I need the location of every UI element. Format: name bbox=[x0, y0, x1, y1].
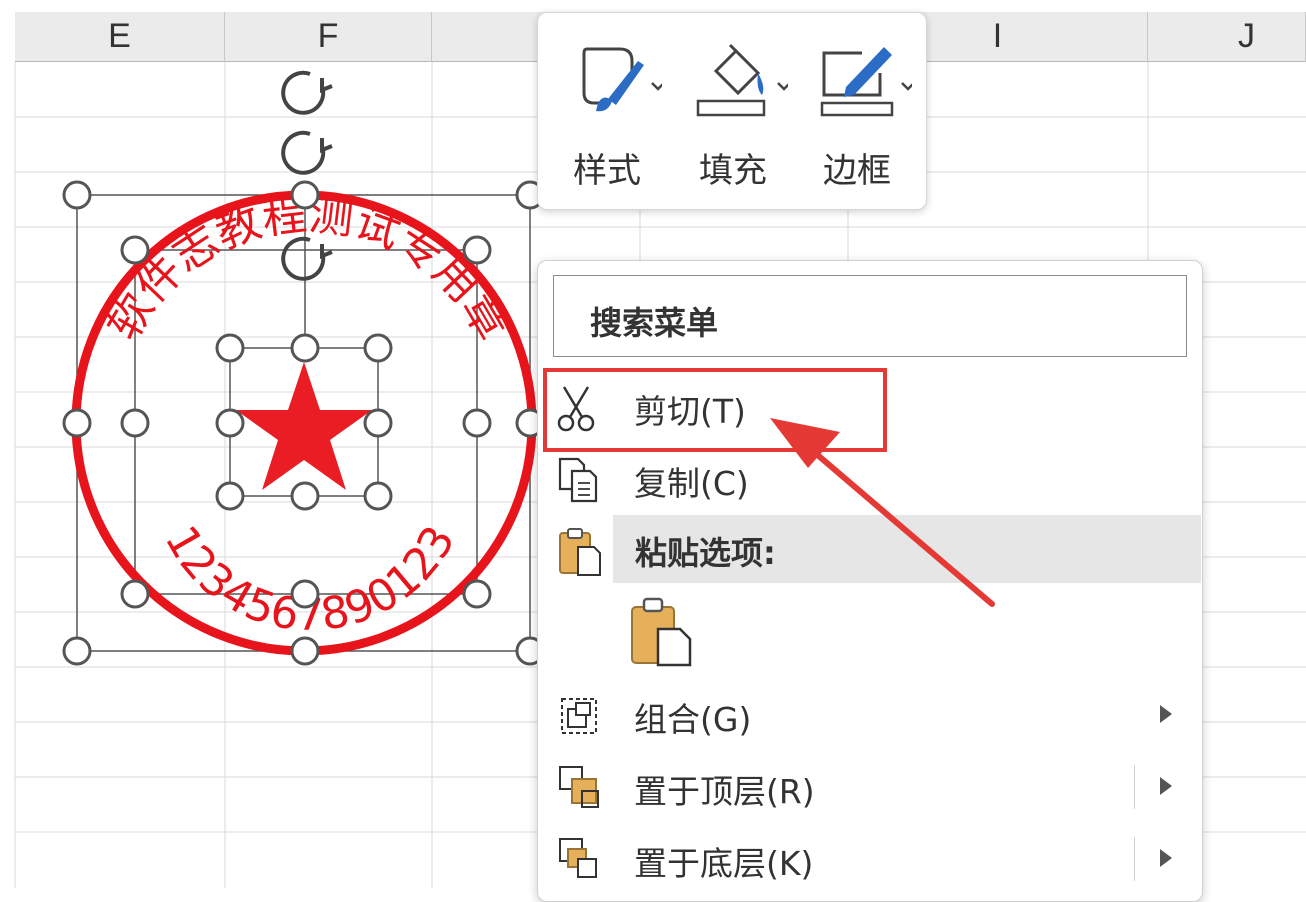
menu-item-group-label: 组合(G) bbox=[634, 700, 752, 739]
paste-keep-source-icon[interactable] bbox=[628, 595, 696, 667]
menu-item-send-to-back-label: 置于底层(K) bbox=[634, 844, 814, 883]
shape-style-icon bbox=[582, 47, 662, 112]
column-header-label: J bbox=[1238, 17, 1255, 55]
menu-item-group[interactable]: 组合(G) bbox=[538, 681, 1202, 749]
column-header-label: F bbox=[317, 17, 339, 55]
fill-button-label: 填充 bbox=[699, 151, 767, 191]
column-header-e[interactable]: E bbox=[15, 12, 225, 62]
paste-options-label: 粘贴选项: bbox=[635, 534, 776, 572]
copy-icon bbox=[558, 457, 598, 503]
fill-bucket-icon bbox=[696, 43, 788, 117]
send-to-back-icon bbox=[559, 838, 597, 878]
menu-item-copy[interactable]: 复制(C) bbox=[538, 445, 1202, 513]
style-button-label: 样式 bbox=[573, 151, 641, 191]
border-button-label: 边框 bbox=[823, 151, 891, 191]
group-icon bbox=[561, 698, 597, 734]
column-header-j[interactable]: J bbox=[1148, 12, 1306, 62]
fill-button[interactable]: 填充 bbox=[678, 31, 788, 191]
column-header-label: I bbox=[992, 17, 1003, 55]
paste-options-header: 粘贴选项: bbox=[613, 515, 1201, 583]
submenu-arrow-icon bbox=[1160, 849, 1172, 867]
column-header-label: E bbox=[108, 17, 131, 55]
search-menu-placeholder: 搜索菜单 bbox=[590, 304, 719, 342]
menu-separator bbox=[1134, 837, 1135, 881]
menu-item-bring-to-front[interactable]: 置于顶层(R) bbox=[538, 753, 1202, 821]
menu-item-copy-label: 复制(C) bbox=[634, 464, 749, 503]
search-menu-input[interactable]: 搜索菜单 bbox=[553, 275, 1187, 357]
border-button[interactable]: 边框 bbox=[802, 31, 912, 191]
context-menu: 搜索菜单 剪切(T) 复制(C) 粘贴选项: 组合(G) 置于顶层(R) 置于底… bbox=[537, 260, 1203, 902]
menu-separator bbox=[1134, 765, 1135, 809]
submenu-arrow-icon bbox=[1160, 777, 1172, 795]
style-button[interactable]: 样式 bbox=[552, 31, 662, 191]
menu-item-bring-to-front-label: 置于顶层(R) bbox=[634, 772, 815, 811]
menu-item-send-to-back[interactable]: 置于底层(K) bbox=[538, 825, 1202, 893]
border-pen-icon bbox=[820, 47, 912, 117]
cut-highlight-box bbox=[543, 368, 887, 452]
shape-mini-toolbar: 样式 填充 边框 bbox=[537, 12, 927, 210]
paste-icon bbox=[559, 528, 601, 576]
submenu-arrow-icon bbox=[1160, 705, 1172, 723]
bring-to-front-icon bbox=[559, 766, 599, 808]
column-header-f[interactable]: F bbox=[225, 12, 432, 62]
